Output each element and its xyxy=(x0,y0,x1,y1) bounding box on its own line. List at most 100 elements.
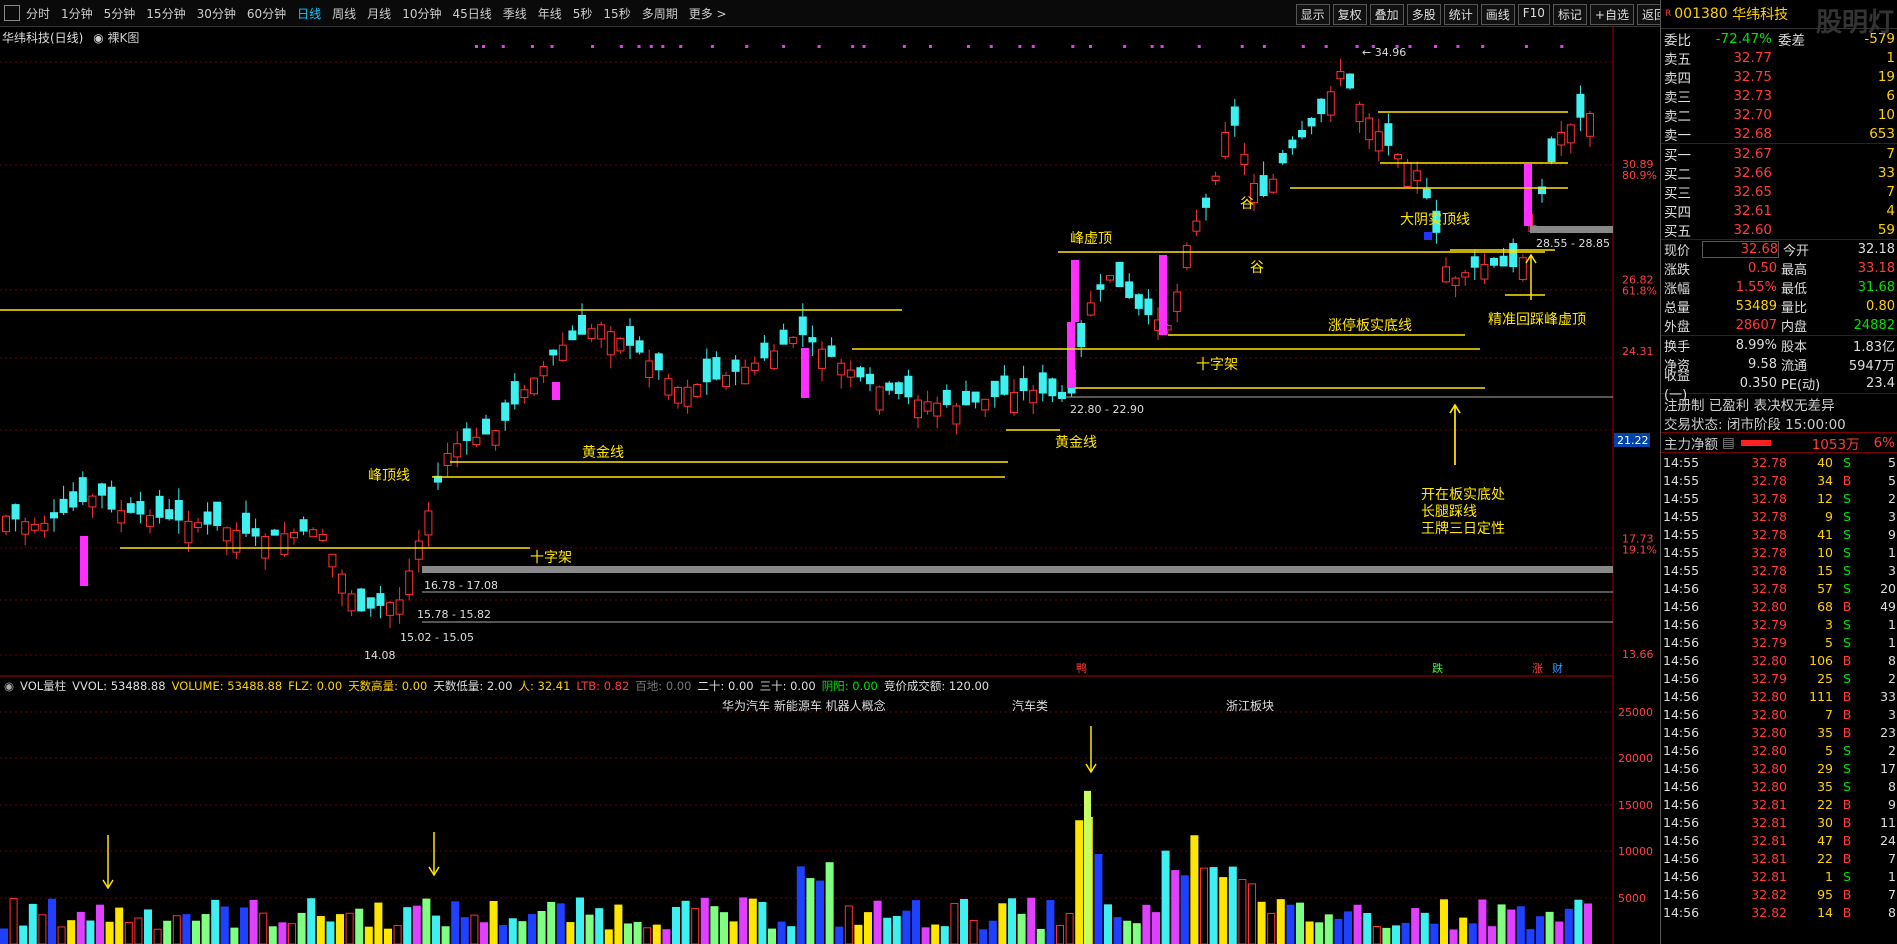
tick-side: B xyxy=(1842,904,1852,920)
volume-bar xyxy=(489,900,498,944)
volume-bar xyxy=(1411,908,1420,944)
candle-body xyxy=(971,391,980,403)
volume-bar xyxy=(576,897,584,944)
candle-body xyxy=(789,336,798,345)
signal-dot xyxy=(550,45,554,48)
volume-bar xyxy=(758,901,767,944)
signal-dot xyxy=(1071,45,1075,48)
book-volume: 7 xyxy=(1886,145,1895,162)
volume-bar xyxy=(1497,904,1506,944)
concept-tag-1: 华为汽车 新能源车 机器人概念 xyxy=(722,699,886,713)
candle-body xyxy=(1326,91,1335,116)
volume-bar xyxy=(652,924,661,944)
candle-body xyxy=(165,509,174,520)
candle-body xyxy=(376,593,385,606)
volume-bar xyxy=(67,920,76,944)
highlight-candle xyxy=(801,348,809,398)
candle-body xyxy=(1298,129,1306,138)
candle-body xyxy=(491,430,500,446)
volume-stat-3: FLZ: 0.00 xyxy=(288,679,343,693)
current-price-tag: 21.22 xyxy=(1617,434,1649,447)
volume-bar xyxy=(336,914,344,944)
indicator-toggle-icon[interactable]: ◉ xyxy=(4,679,14,693)
candle-body xyxy=(501,402,510,421)
low-price-label: 14.08 xyxy=(364,649,396,662)
volume-bar xyxy=(441,926,450,944)
tick-time: 14:56 xyxy=(1663,580,1700,596)
tick-row: 14:56 32.78 57 S 20 xyxy=(1661,579,1897,597)
highlight-candle xyxy=(1424,232,1432,240)
volume-bar xyxy=(940,926,949,944)
volume-bar xyxy=(211,899,220,944)
volume-bar xyxy=(1084,790,1091,944)
tick-list[interactable]: 14:55 32.78 40 S 5 14:55 32.78 34 B 5 14:55 32.78 12… xyxy=(1661,452,1897,921)
book-level-label: 买四 xyxy=(1664,204,1691,221)
tick-count: 1 xyxy=(1888,868,1896,884)
book-level-label: 卖四 xyxy=(1664,70,1691,87)
candle-body xyxy=(578,314,586,335)
candle-body xyxy=(1547,138,1556,163)
volume-bar xyxy=(528,914,536,944)
tick-price: 32.80 xyxy=(1751,652,1787,668)
tick-price: 32.80 xyxy=(1751,724,1787,740)
book-price: 32.70 xyxy=(1733,106,1772,123)
tick-count: 8 xyxy=(1888,778,1896,794)
list-icon[interactable]: ▤ xyxy=(1722,435,1735,451)
volume-bar xyxy=(364,926,373,944)
signal-dot xyxy=(1324,45,1328,48)
tick-row: 14:56 32.80 35 B 23 xyxy=(1661,723,1897,741)
candle-body xyxy=(1288,139,1297,149)
tick-count: 1 xyxy=(1888,616,1896,632)
volume-bar xyxy=(268,926,277,944)
kline-chart[interactable]: 30.8980.9%26.8261.8%24.3121.2217.7319.1%… xyxy=(0,0,1660,944)
candle-body xyxy=(779,329,788,345)
candle-body xyxy=(203,511,212,525)
book-level-label: 卖一 xyxy=(1664,127,1691,144)
volume-bar xyxy=(1516,906,1525,944)
volume-bar xyxy=(1507,909,1516,944)
order-book-row: 买一 32.67 7 xyxy=(1661,144,1897,164)
tick-count: 3 xyxy=(1888,706,1896,722)
volume-bar xyxy=(28,903,37,944)
tick-time: 14:56 xyxy=(1663,778,1700,794)
volume-bar xyxy=(1113,917,1122,944)
volume-bar xyxy=(1008,898,1016,944)
volume-bar xyxy=(1219,877,1228,944)
candle-body xyxy=(866,373,874,385)
tick-price: 32.81 xyxy=(1751,796,1787,812)
book-level-label: 买五 xyxy=(1664,223,1691,240)
tick-count: 9 xyxy=(1888,526,1896,542)
highlight-candle xyxy=(1071,260,1079,322)
volume-bar xyxy=(1392,925,1400,944)
volume-bar xyxy=(969,919,978,944)
candle-body xyxy=(1019,378,1028,392)
tick-price: 32.79 xyxy=(1751,670,1787,686)
candle-body xyxy=(990,380,999,398)
tick-side: S xyxy=(1843,670,1851,686)
tick-side: B xyxy=(1842,832,1852,848)
tick-row: 14:56 32.80 29 S 17 xyxy=(1661,759,1897,777)
tick-side: B xyxy=(1842,796,1852,812)
candle-body xyxy=(107,486,116,510)
volume-bar xyxy=(595,908,604,944)
candle-body xyxy=(347,593,356,612)
stat-value: 0.50 xyxy=(1748,261,1777,276)
highlight-candle xyxy=(1524,164,1532,226)
candle-body xyxy=(2,515,10,533)
volume-bar xyxy=(470,914,479,944)
chart-annotation-8: 黄金线 xyxy=(582,444,624,461)
volume-bar xyxy=(1526,929,1535,944)
tick-row: 14:56 32.80 68 B 49 xyxy=(1661,597,1897,615)
volume-bar xyxy=(624,923,632,944)
book-level-label: 卖二 xyxy=(1664,108,1691,125)
volume-bar xyxy=(710,906,719,944)
tick-volume: 68 xyxy=(1817,598,1833,614)
tick-side: S xyxy=(1843,778,1851,794)
volume-bar xyxy=(1104,904,1112,944)
bottom-marker-2: 涨 xyxy=(1532,662,1543,675)
signal-dot xyxy=(902,45,906,48)
book-volume: 33 xyxy=(1877,164,1895,181)
candle-body xyxy=(184,520,193,544)
tick-volume: 5 xyxy=(1825,634,1833,650)
candle-body xyxy=(731,359,740,372)
